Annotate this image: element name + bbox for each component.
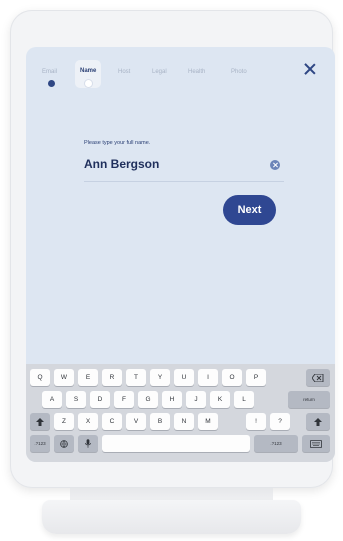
tab-label: Legal [152, 69, 167, 75]
shift-key-right[interactable] [306, 413, 330, 430]
clear-input-icon[interactable] [270, 160, 280, 170]
tab-legal[interactable]: Legal [152, 69, 167, 75]
backspace-key[interactable] [306, 369, 330, 386]
key-l[interactable]: L [234, 391, 254, 408]
key-exclamation[interactable]: ! [246, 413, 266, 430]
key-o[interactable]: O [222, 369, 242, 386]
key-b[interactable]: B [150, 413, 170, 430]
key-a[interactable]: A [42, 391, 62, 408]
key-t[interactable]: T [126, 369, 146, 386]
key-u[interactable]: U [174, 369, 194, 386]
numbers-key-left[interactable]: .?123 [30, 435, 50, 452]
tab-host[interactable]: Host [118, 69, 130, 75]
globe-icon [60, 439, 68, 448]
key-p[interactable]: P [246, 369, 266, 386]
tab-label: Host [118, 69, 131, 75]
globe-key[interactable] [54, 435, 74, 452]
shift-key-left[interactable] [30, 413, 50, 430]
on-screen-keyboard: Q W E R T Y U I O P A S D F G H J K L re… [26, 364, 335, 462]
key-c[interactable]: C [102, 413, 122, 430]
tab-health[interactable]: Health [188, 69, 205, 75]
name-prompt: Please type your full name. [84, 140, 151, 146]
backspace-icon [312, 373, 324, 382]
mic-key[interactable] [78, 435, 98, 452]
microphone-icon [85, 439, 91, 448]
next-button[interactable]: Next [223, 195, 276, 225]
shift-icon [36, 417, 44, 426]
shift-icon [314, 417, 322, 426]
key-r[interactable]: R [102, 369, 122, 386]
stand-base [42, 500, 301, 534]
key-q[interactable]: Q [30, 369, 50, 386]
key-j[interactable]: J [186, 391, 206, 408]
tab-photo[interactable]: Photo [231, 69, 247, 75]
key-k[interactable]: K [210, 391, 230, 408]
input-underline [84, 181, 284, 182]
tab-label: Name [80, 68, 97, 74]
key-v[interactable]: V [126, 413, 146, 430]
key-f[interactable]: F [114, 391, 134, 408]
key-i[interactable]: I [198, 369, 218, 386]
hide-keyboard-key[interactable] [302, 435, 330, 452]
space-bar[interactable] [102, 435, 250, 452]
return-key[interactable]: return [288, 391, 330, 408]
step-current-icon [85, 80, 92, 87]
key-h[interactable]: H [162, 391, 182, 408]
tab-label: Email [42, 69, 58, 75]
step-tabs: Email Name Host Legal Health Photo [26, 47, 335, 95]
full-name-input[interactable]: Ann Bergson [84, 157, 159, 171]
key-m[interactable]: M [198, 413, 218, 430]
tab-label: Health [188, 69, 206, 75]
close-icon[interactable] [303, 62, 317, 76]
numbers-key-right[interactable]: .?123 [254, 435, 298, 452]
key-w[interactable]: W [54, 369, 74, 386]
key-y[interactable]: Y [150, 369, 170, 386]
key-g[interactable]: G [138, 391, 158, 408]
screen: Email Name Host Legal Health Photo Pleas… [26, 47, 335, 462]
key-z[interactable]: Z [54, 413, 74, 430]
keyboard-icon [310, 439, 322, 448]
key-s[interactable]: S [66, 391, 86, 408]
key-e[interactable]: E [78, 369, 98, 386]
step-complete-icon [48, 80, 55, 87]
key-n[interactable]: N [174, 413, 194, 430]
tab-label: Photo [231, 69, 247, 75]
tab-email[interactable]: Email [42, 69, 57, 75]
key-d[interactable]: D [90, 391, 110, 408]
key-x[interactable]: X [78, 413, 98, 430]
key-question[interactable]: ? [270, 413, 290, 430]
